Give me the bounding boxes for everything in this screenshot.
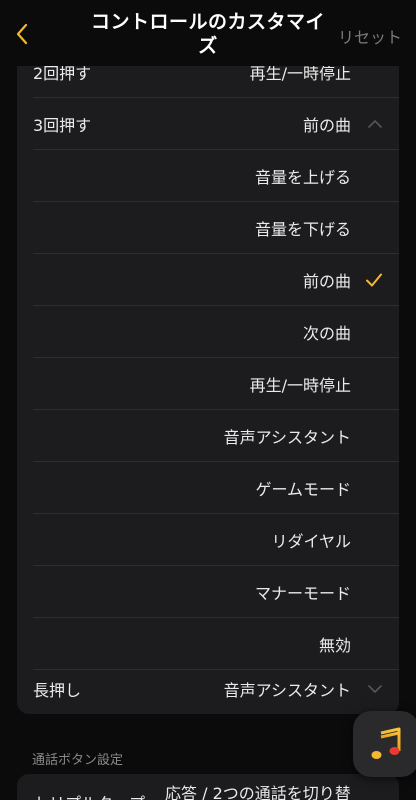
option-volume-up[interactable]: 音量を上げる bbox=[17, 150, 399, 201]
option-label: 再生/一時停止 bbox=[249, 375, 351, 395]
header-bar: コントロールのカスタマイズ リセット bbox=[0, 0, 416, 66]
reset-button[interactable]: リセット bbox=[338, 24, 402, 48]
option-play-pause[interactable]: 再生/一時停止 bbox=[17, 358, 399, 409]
back-button[interactable] bbox=[8, 18, 36, 50]
option-label: ゲームモード bbox=[255, 479, 351, 499]
option-label: 次の曲 bbox=[302, 323, 351, 343]
option-next-track[interactable]: 次の曲 bbox=[17, 306, 399, 357]
long-press-row[interactable]: 長押し 音声アシスタント bbox=[17, 663, 399, 714]
option-redial[interactable]: リダイヤル bbox=[17, 514, 399, 565]
long-press-label: 長押し bbox=[33, 680, 82, 700]
triple-press-value: 前の曲 bbox=[302, 115, 351, 135]
long-press-value: 音声アシスタント bbox=[223, 680, 351, 700]
option-label: リダイヤル bbox=[271, 531, 351, 551]
chevron-down-icon bbox=[368, 685, 382, 693]
triple-tap-value: 応答 / 2つの通話を切り替 bbox=[165, 784, 351, 800]
page-title: コントロールのカスタマイズ bbox=[90, 11, 325, 57]
option-previous-track[interactable]: 前の曲 bbox=[17, 254, 399, 305]
music-note-icon bbox=[371, 727, 401, 759]
option-silent-mode[interactable]: マナーモード bbox=[17, 566, 399, 617]
option-label: 音量を下げる bbox=[254, 219, 351, 239]
checkmark-icon bbox=[366, 273, 382, 287]
option-label: 音声アシスタント bbox=[223, 427, 351, 447]
option-disabled[interactable]: 無効 bbox=[17, 618, 399, 669]
music-floating-button[interactable] bbox=[353, 711, 416, 777]
option-label: マナーモード bbox=[254, 583, 351, 603]
option-game-mode[interactable]: ゲームモード bbox=[17, 462, 399, 513]
triple-tap-row[interactable]: トリプルタップ 応答 / 2つの通話を切り替 bbox=[17, 774, 399, 800]
option-volume-down[interactable]: 音量を下げる bbox=[17, 202, 399, 253]
triple-tap-label: トリプルタップ bbox=[33, 790, 145, 800]
option-label: 前の曲 bbox=[302, 271, 351, 291]
option-label: 音量を上げる bbox=[254, 167, 351, 187]
triple-press-label: 3回押す bbox=[33, 115, 92, 135]
chevron-left-icon bbox=[16, 23, 28, 45]
triple-press-row[interactable]: 3回押す 前の曲 bbox=[17, 98, 399, 149]
option-voice-assistant[interactable]: 音声アシスタント bbox=[17, 410, 399, 461]
control-settings-panel: 2回押す 再生/一時停止 3回押す 前の曲 音量を上げる 音量を下げる 前の曲 … bbox=[17, 40, 399, 714]
chevron-up-icon bbox=[368, 120, 382, 128]
call-section-label: 通話ボタン設定 bbox=[32, 753, 124, 768]
option-label: 無効 bbox=[318, 635, 351, 655]
